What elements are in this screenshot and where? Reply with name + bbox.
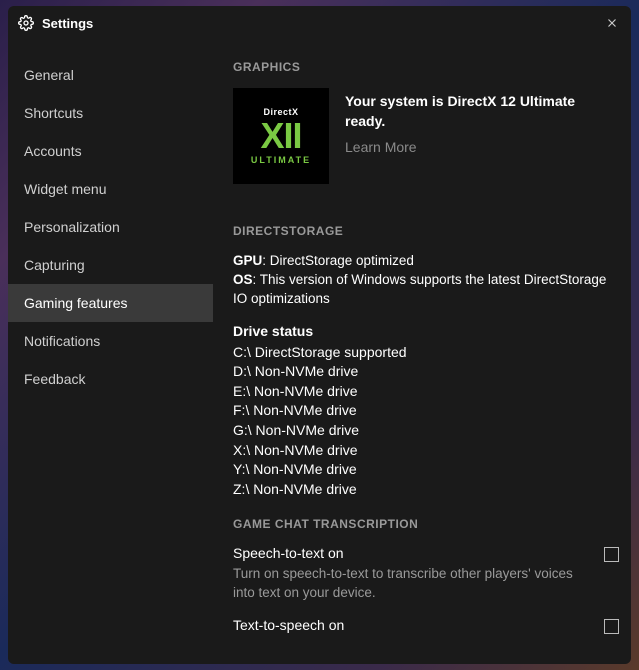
sidebar-item-shortcuts[interactable]: Shortcuts xyxy=(8,94,213,132)
gamechat-header: GAME CHAT TRANSCRIPTION xyxy=(233,517,619,531)
tts-title: Text-to-speech on xyxy=(233,617,592,633)
drive-line: D:\ Non-NVMe drive xyxy=(233,362,619,382)
stt-desc: Turn on speech-to-text to transcribe oth… xyxy=(233,565,592,603)
sidebar-item-personalization[interactable]: Personalization xyxy=(8,208,213,246)
drive-line: Z:\ Non-NVMe drive xyxy=(233,480,619,500)
drive-line: F:\ Non-NVMe drive xyxy=(233,401,619,421)
directstorage-header: DIRECTSTORAGE xyxy=(233,224,619,238)
stt-checkbox[interactable] xyxy=(604,547,619,562)
drive-line: Y:\ Non-NVMe drive xyxy=(233,460,619,480)
ds-os-line: OS: This version of Windows supports the… xyxy=(233,271,619,309)
directx-badge-bot: ULTIMATE xyxy=(251,155,311,165)
sidebar-item-general[interactable]: General xyxy=(8,56,213,94)
gear-icon xyxy=(18,15,34,31)
graphics-block: DirectX XII ULTIMATE Your system is Dire… xyxy=(233,88,619,184)
ds-gpu-line: GPU: DirectStorage optimized xyxy=(233,252,619,271)
graphics-header: GRAPHICS xyxy=(233,60,619,74)
learn-more-link[interactable]: Learn More xyxy=(345,139,619,155)
ds-os-label: OS xyxy=(233,272,253,287)
sidebar: General Shortcuts Accounts Widget menu P… xyxy=(8,40,213,664)
sidebar-item-widget-menu[interactable]: Widget menu xyxy=(8,170,213,208)
titlebar: Settings xyxy=(8,6,631,40)
speech-to-text-row: Speech-to-text on Turn on speech-to-text… xyxy=(233,545,619,603)
drive-status-title: Drive status xyxy=(233,323,619,339)
ds-gpu-value: : DirectStorage optimized xyxy=(262,253,414,268)
drive-line: X:\ Non-NVMe drive xyxy=(233,441,619,461)
sidebar-item-notifications[interactable]: Notifications xyxy=(8,322,213,360)
window-title: Settings xyxy=(42,16,603,31)
ds-gpu-label: GPU xyxy=(233,253,262,268)
ds-os-value: : This version of Windows supports the l… xyxy=(233,272,606,306)
content-pane: GRAPHICS DirectX XII ULTIMATE Your syste… xyxy=(213,40,631,664)
drive-line: E:\ Non-NVMe drive xyxy=(233,382,619,402)
drive-line: G:\ Non-NVMe drive xyxy=(233,421,619,441)
directx-badge: DirectX XII ULTIMATE xyxy=(233,88,329,184)
directx-badge-mid: XII xyxy=(260,120,301,152)
settings-panel: Settings General Shortcuts Accounts Widg… xyxy=(8,6,631,664)
graphics-heading: Your system is DirectX 12 Ultimate ready… xyxy=(345,92,619,131)
directstorage-block: GPU: DirectStorage optimized OS: This ve… xyxy=(233,252,619,499)
sidebar-item-accounts[interactable]: Accounts xyxy=(8,132,213,170)
sidebar-item-capturing[interactable]: Capturing xyxy=(8,246,213,284)
close-button[interactable] xyxy=(603,14,621,32)
tts-checkbox[interactable] xyxy=(604,619,619,634)
drive-line: C:\ DirectStorage supported xyxy=(233,343,619,363)
sidebar-item-feedback[interactable]: Feedback xyxy=(8,360,213,398)
stt-title: Speech-to-text on xyxy=(233,545,592,561)
sidebar-item-gaming-features[interactable]: Gaming features xyxy=(8,284,213,322)
text-to-speech-row: Text-to-speech on xyxy=(233,617,619,637)
